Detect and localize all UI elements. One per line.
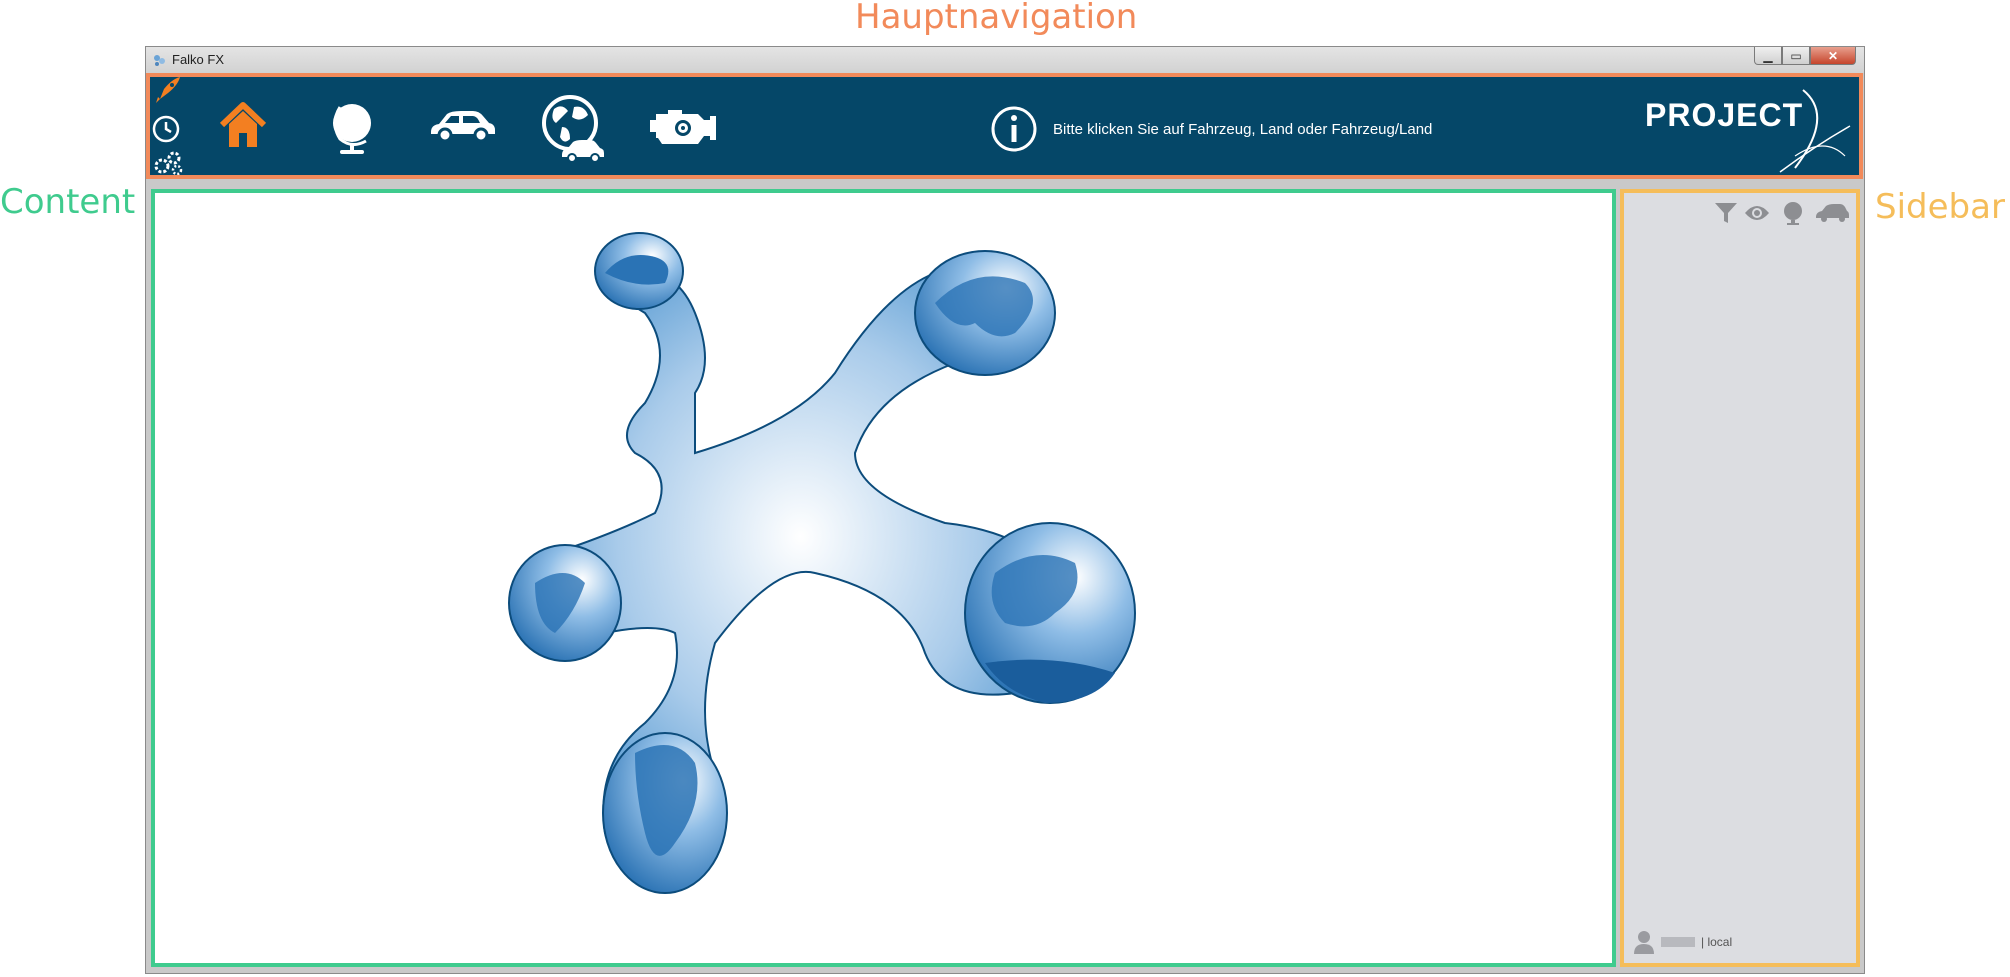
app-icon	[154, 55, 165, 66]
maximize-button[interactable]: ▭	[1782, 47, 1810, 65]
window-title: Falko FX	[172, 52, 225, 67]
minimize-button[interactable]: ▁	[1754, 47, 1782, 65]
annotation-sidebar: Sidebar	[1875, 187, 2005, 227]
annotation-content: Content	[0, 182, 136, 222]
annotation-hauptnavigation: Hauptnavigation	[855, 0, 1138, 37]
highlight-hauptnavigation	[146, 73, 1863, 179]
highlight-content	[151, 189, 1616, 967]
close-button[interactable]: ✕	[1810, 47, 1856, 65]
window-controls: ▁ ▭ ✕	[1754, 47, 1856, 67]
title-bar: Falko FX ▁ ▭ ✕	[146, 47, 1864, 73]
highlight-sidebar	[1620, 189, 1860, 967]
